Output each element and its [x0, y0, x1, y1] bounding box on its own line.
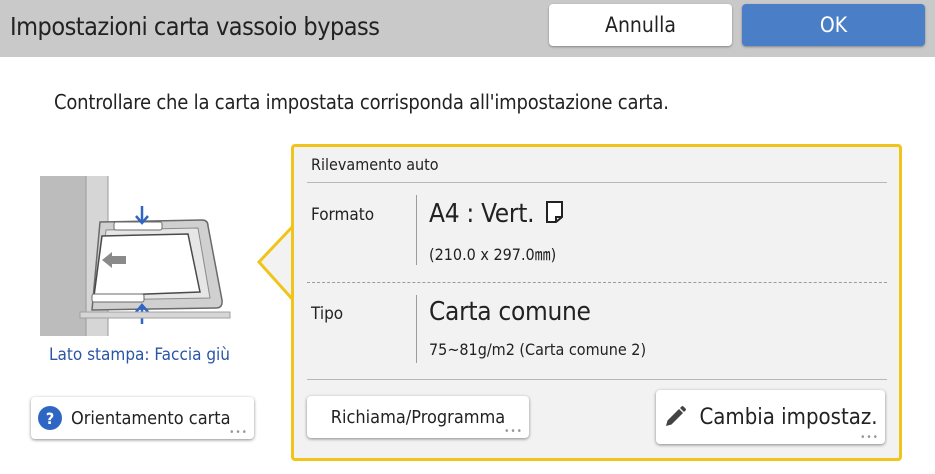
more-dots-icon: ••• — [229, 427, 248, 438]
type-value: Carta comune — [429, 297, 591, 327]
type-label: Tipo — [311, 304, 344, 324]
bypass-tray-illustration — [40, 176, 240, 336]
change-settings-label: Cambia impostaz. — [699, 404, 878, 430]
size-label: Formato — [311, 205, 375, 225]
paper-setting-panel: Rilevamento auto Formato A4 : Vert. (210… — [291, 144, 902, 461]
paper-orientation-label: Orientamento carta — [71, 407, 231, 429]
more-dots-icon: ••• — [504, 426, 523, 437]
auto-detect-label: Rilevamento auto — [311, 155, 439, 174]
type-detail: 75~81g/m2 (Carta comune 2) — [429, 340, 647, 359]
paper-orientation-button[interactable]: ? Orientamento carta ••• — [31, 397, 254, 439]
divider — [307, 379, 887, 380]
recall-program-button[interactable]: Richiama/Programma ••• — [307, 396, 529, 438]
cancel-button[interactable]: Annulla — [549, 4, 732, 46]
page-title: Impostazioni carta vassoio bypass — [10, 12, 380, 41]
size-detail: (210.0 x 297.0㎜) — [429, 245, 557, 264]
help-icon: ? — [38, 406, 62, 430]
divider — [307, 282, 887, 283]
print-side-label: Lato stampa: Faccia giù — [49, 345, 230, 365]
divider — [307, 182, 887, 183]
recall-program-label: Richiama/Programma — [330, 406, 506, 428]
divider — [416, 295, 417, 363]
size-value-text: A4 : Vert. — [429, 199, 535, 229]
instruction-message: Controllare che la carta impostata corri… — [54, 90, 669, 114]
ok-button[interactable]: OK — [742, 4, 925, 46]
more-dots-icon: ••• — [860, 432, 879, 443]
pencil-icon — [666, 406, 687, 426]
portrait-paper-icon — [546, 201, 564, 223]
paper-setting-panel-wrapper: Rilevamento auto Formato A4 : Vert. (210… — [255, 144, 902, 461]
size-value: A4 : Vert. — [429, 199, 565, 229]
change-settings-button[interactable]: Cambia impostaz. ••• — [656, 390, 885, 444]
title-bar: Impostazioni carta vassoio bypass Annull… — [0, 0, 935, 57]
divider — [416, 195, 417, 265]
